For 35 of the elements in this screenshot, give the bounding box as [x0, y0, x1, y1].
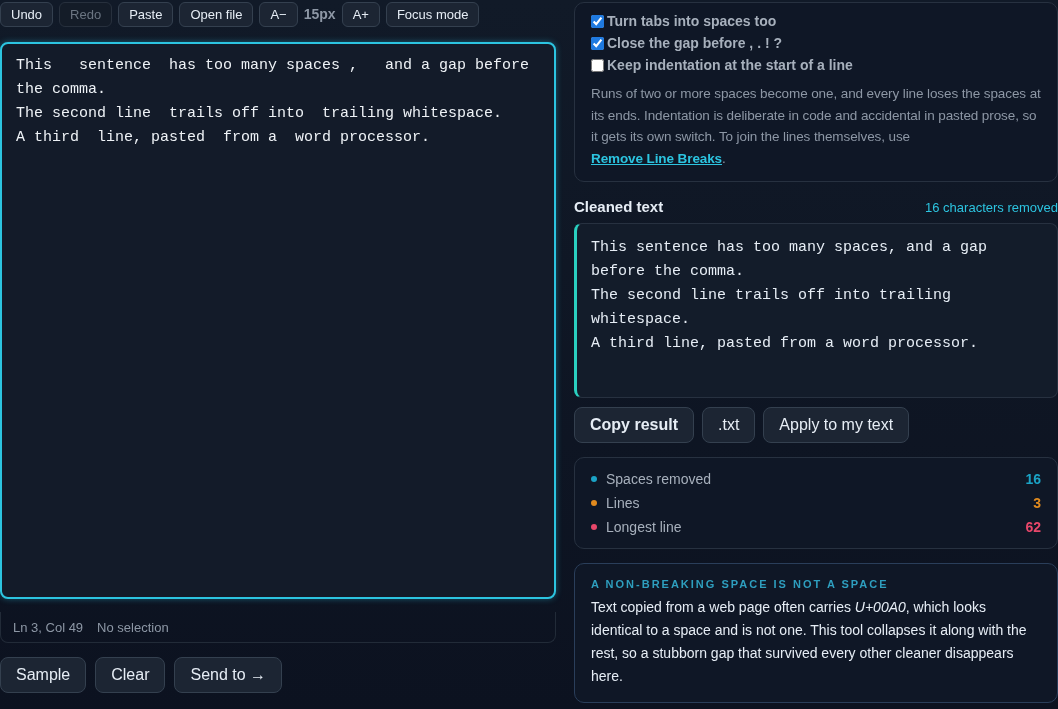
checkbox-label: Turn tabs into spaces too: [607, 13, 777, 29]
action-button[interactable]: Clear: [95, 657, 166, 693]
checkbox[interactable]: [591, 14, 604, 28]
output-button[interactable]: Apply to my text: [763, 407, 910, 443]
output-field[interactable]: This sentence has too many spaces, and a gap before the comma. The second line trails off into trailing whitespace. A third line, pasted from a word processor.: [574, 223, 1058, 398]
toolbar-button[interactable]: Focus mode: [385, 1, 480, 27]
toolbar-button[interactable]: A−: [259, 1, 298, 27]
stat-value: 3: [1033, 495, 1041, 511]
checkbox-label: Keep indentation at the start of a line: [607, 57, 853, 73]
text-editor[interactable]: This sentence has too many spaces , and a gap before the comma. The second line trails off into trailing whitespace. A third line, pasted from a word processor.: [0, 42, 556, 599]
status-text: No selection: [97, 619, 169, 635]
checkbox-label: Close the gap before , . ! ?: [607, 35, 783, 51]
font-size-label: 15px: [303, 6, 336, 22]
stat-label: Lines: [606, 495, 640, 511]
output-button[interactable]: Copy result: [574, 407, 694, 443]
checkbox[interactable]: [591, 58, 604, 72]
toolbar-button[interactable]: Paste: [118, 1, 174, 27]
stat-value: 62: [1025, 519, 1041, 535]
checkbox[interactable]: [591, 36, 604, 50]
output-button[interactable]: .txt: [702, 407, 756, 443]
status-text: Ln 3, Col 49: [13, 619, 84, 635]
removed-count: 16 characters removed: [925, 200, 1058, 215]
action-button[interactable]: Sample: [0, 657, 87, 693]
remove-line-breaks-link[interactable]: Remove Line Breaks: [591, 150, 722, 166]
action-button[interactable]: Send to →: [174, 657, 283, 693]
section-title: Cleaned text: [574, 198, 664, 215]
toolbar-button[interactable]: Open file: [179, 1, 254, 27]
help-text: Runs of two or more spaces become one, and every line loses the spaces at its ends. Indentation is deliberate in code and accidental in pasted prose, so it gets its own switch. To join the lines themselves, use Remove Line Breaks.: [591, 85, 1041, 168]
toolbar-button[interactable]: A+: [341, 1, 380, 27]
stat-value: 16: [1025, 471, 1041, 487]
tip-title: A NON-BREAKING SPACE IS NOT A SPACE: [591, 578, 890, 590]
stat-label: Spaces removed: [606, 471, 712, 487]
stat-label: Longest line: [606, 519, 682, 535]
tip-text: Text copied from a web page often carries U+00A0, which looks identical to a space and is not one. This tool collapses it along with the rest, so a stubborn gap that survived every other cleaner disappears here.: [591, 598, 1028, 686]
toolbar-button[interactable]: Undo: [0, 1, 54, 27]
